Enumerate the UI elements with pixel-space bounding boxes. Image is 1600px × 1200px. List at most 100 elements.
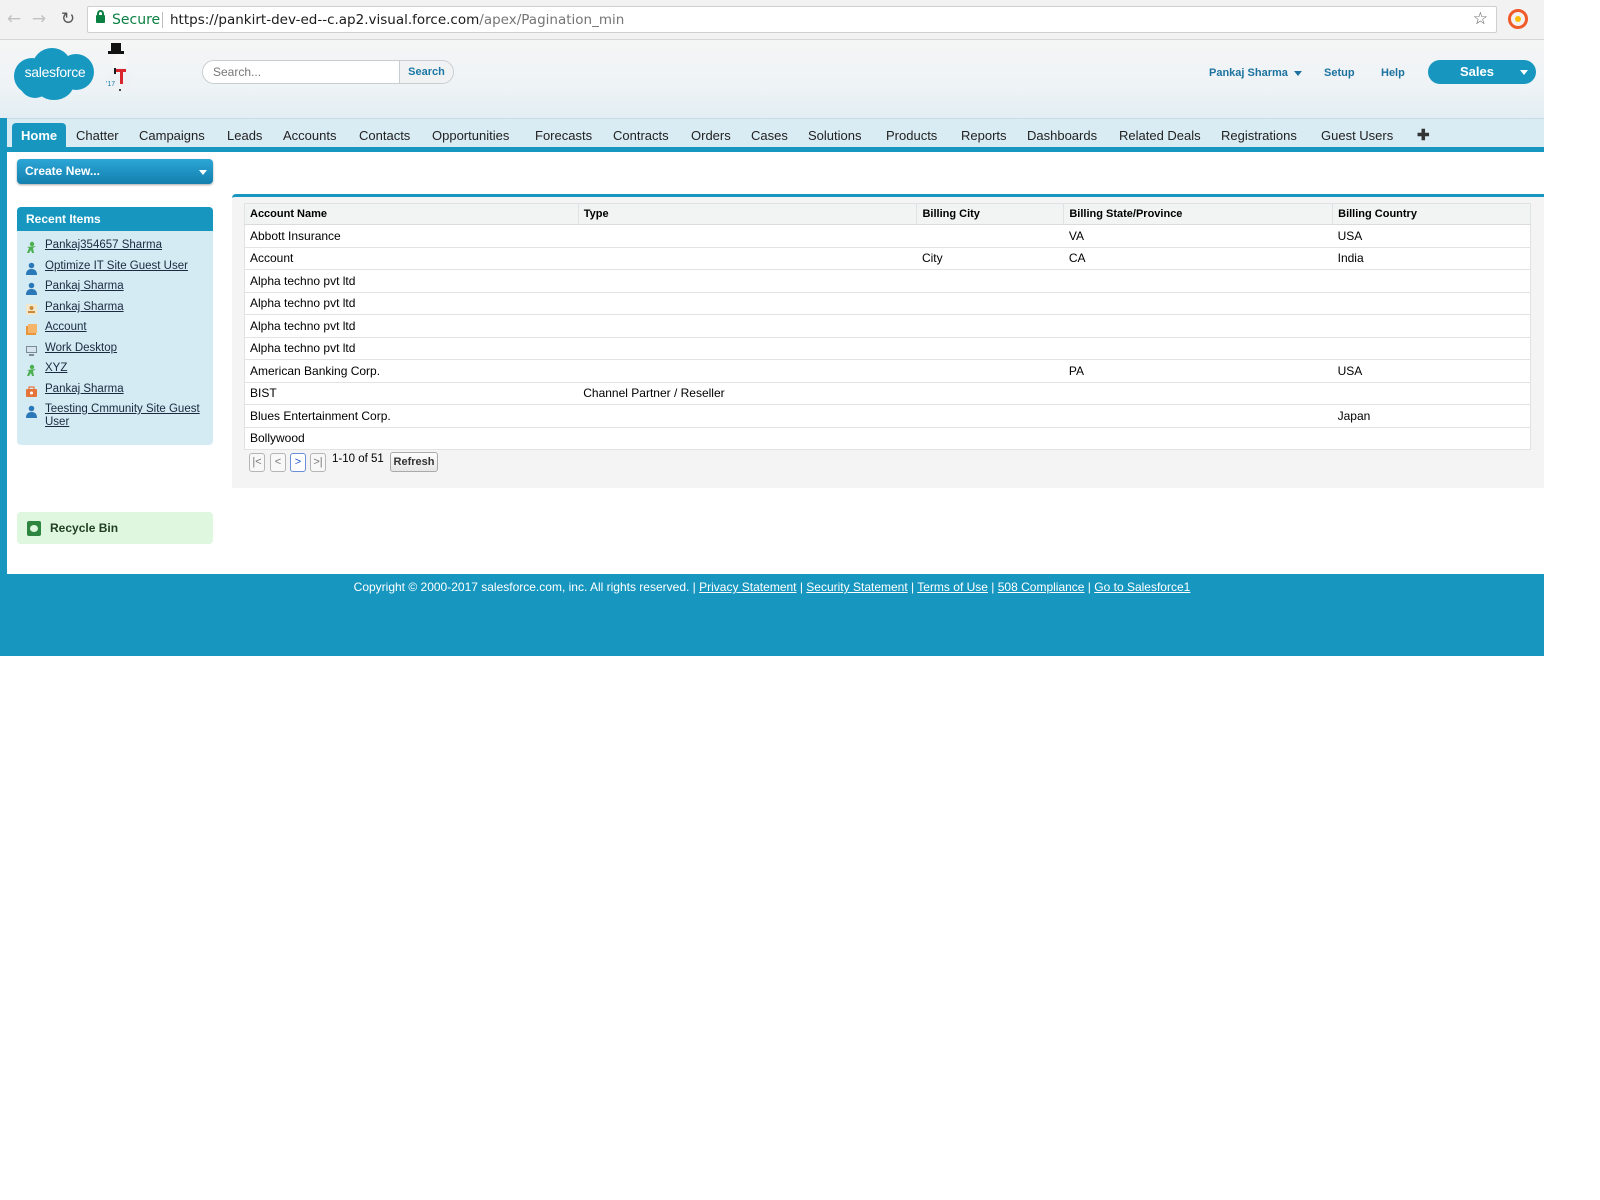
tab-dashboards[interactable]: Dashboards xyxy=(1027,123,1097,148)
cell-billing-country: USA xyxy=(1332,359,1531,383)
cell-billing-city xyxy=(916,269,1064,293)
create-new-label: Create New... xyxy=(25,164,100,178)
tab-solutions[interactable]: Solutions xyxy=(808,123,861,148)
tab-forecasts[interactable]: Forecasts xyxy=(535,123,592,148)
column-header-type: Type xyxy=(578,203,918,225)
recent-item-link[interactable]: Pankaj354657 Sharma xyxy=(45,239,205,252)
recent-item-link[interactable]: Teesting Cmmunity Site Guest User xyxy=(45,403,205,429)
svg-text:'17: '17 xyxy=(106,81,115,88)
tab-reports[interactable]: Reports xyxy=(961,123,1007,148)
cell-type: Channel Partner / Reseller xyxy=(578,382,917,405)
cell-billing-country xyxy=(1332,337,1531,360)
recent-item-link[interactable]: XYZ xyxy=(45,362,205,375)
tab-cases[interactable]: Cases xyxy=(751,123,788,148)
cell-billing-state xyxy=(1063,404,1333,428)
recent-items-title: Recent Items xyxy=(17,207,213,231)
cell-account-name: Alpha techno pvt ltd xyxy=(244,292,579,315)
next-page-button[interactable]: > xyxy=(290,453,306,472)
recent-item-link[interactable]: Pankaj Sharma xyxy=(45,383,205,396)
table-row: Bollywood xyxy=(244,427,1531,450)
tab-products[interactable]: Products xyxy=(886,123,937,148)
url-path: /apex/Pagination_min xyxy=(479,12,625,28)
tab-related-deals[interactable]: Related Deals xyxy=(1119,123,1201,148)
recycle-bin[interactable]: Recycle Bin xyxy=(17,512,213,544)
table-row: Account City CA India xyxy=(244,247,1531,270)
recent-item-link[interactable]: Pankaj Sharma xyxy=(45,301,205,314)
table-row: Alpha techno pvt ltd xyxy=(244,314,1531,338)
cell-account-name: Blues Entertainment Corp. xyxy=(244,404,579,428)
tab-guest-users[interactable]: Guest Users xyxy=(1321,123,1393,148)
tab-contacts[interactable]: Contacts xyxy=(359,123,410,148)
table-row: BIST Channel Partner / Reseller xyxy=(244,382,1531,405)
508-compliance-link[interactable]: 508 Compliance xyxy=(998,580,1085,594)
cell-billing-city: City xyxy=(916,247,1064,270)
recent-item-link[interactable]: Pankaj Sharma xyxy=(45,280,205,293)
forward-arrow-icon[interactable]: → xyxy=(29,8,49,30)
recycle-bin-icon xyxy=(27,521,41,536)
user-menu[interactable]: Pankaj Sharma xyxy=(1209,67,1302,79)
cell-billing-country xyxy=(1332,427,1531,450)
table-row: Alpha techno pvt ltd xyxy=(244,292,1531,315)
tab-campaigns[interactable]: Campaigns xyxy=(139,123,205,148)
tab-accounts[interactable]: Accounts xyxy=(283,123,336,148)
extension-icon[interactable] xyxy=(1508,9,1528,29)
terms-of-use-link[interactable]: Terms of Use xyxy=(917,580,988,594)
cell-account-name: Alpha techno pvt ltd xyxy=(244,337,579,360)
footer: Copyright © 2000-2017 salesforce.com, in… xyxy=(353,580,1191,594)
address-bar[interactable]: Secure https://pankirt-dev-ed--c.ap2.vis… xyxy=(87,6,1497,33)
tab-registrations[interactable]: Registrations xyxy=(1221,123,1297,148)
first-page-button[interactable]: |< xyxy=(249,453,265,472)
cell-billing-country: Japan xyxy=(1332,404,1531,428)
security-statement-link[interactable]: Security Statement xyxy=(806,580,907,594)
cell-billing-state xyxy=(1063,269,1333,293)
setup-link[interactable]: Setup xyxy=(1324,67,1355,79)
cell-type xyxy=(578,427,917,450)
tab-opportunities[interactable]: Opportunities xyxy=(432,123,509,148)
app-switcher[interactable]: Sales xyxy=(1428,60,1536,84)
accounts-table-panel: Account Name Type Billing City Billing S… xyxy=(232,194,1544,488)
table-row: Alpha techno pvt ltd xyxy=(244,269,1531,293)
previous-page-button[interactable]: < xyxy=(270,453,286,472)
person-green-icon xyxy=(27,241,36,253)
recent-item-link[interactable]: Optimize IT Site Guest User xyxy=(45,260,205,273)
page-range-label: 1-10 of 51 xyxy=(332,453,384,465)
cell-billing-city xyxy=(916,314,1064,338)
cell-billing-state: PA xyxy=(1063,359,1333,383)
bookmark-star-icon[interactable]: ☆ xyxy=(1473,9,1488,29)
cell-billing-country xyxy=(1332,269,1531,293)
tab-home[interactable]: Home xyxy=(12,123,67,148)
last-page-button[interactable]: >| xyxy=(310,453,326,472)
search-button[interactable]: Search xyxy=(399,61,453,83)
reload-icon[interactable]: ↻ xyxy=(58,8,78,30)
table-row: American Banking Corp. PA USA xyxy=(244,359,1531,383)
back-arrow-icon[interactable]: ← xyxy=(4,8,24,30)
table-header-row: Account Name Type Billing City Billing S… xyxy=(244,203,1531,225)
go-to-salesforce1-link[interactable]: Go to Salesforce1 xyxy=(1094,580,1190,594)
search-input[interactable] xyxy=(203,61,401,83)
refresh-button[interactable]: Refresh xyxy=(390,452,438,472)
recent-item-link[interactable]: Work Desktop xyxy=(45,342,205,355)
cell-type xyxy=(578,269,917,293)
person-green-icon xyxy=(27,364,36,376)
url-host: https://pankirt-dev-ed--c.ap2.visual.for… xyxy=(170,12,480,28)
desktop-icon xyxy=(26,346,37,356)
privacy-statement-link[interactable]: Privacy Statement xyxy=(699,580,796,594)
cell-billing-city xyxy=(916,427,1064,450)
salesforce-logo[interactable]: salesforce xyxy=(14,44,96,100)
cell-billing-country: USA xyxy=(1332,224,1531,248)
column-header-account-name: Account Name xyxy=(244,203,579,225)
add-tab-icon[interactable]: ✚ xyxy=(1417,123,1430,148)
cell-type xyxy=(578,404,917,428)
cell-type xyxy=(578,247,917,270)
recent-item-link[interactable]: Account xyxy=(45,321,205,334)
tab-orders[interactable]: Orders xyxy=(691,123,731,148)
cell-account-name: Alpha techno pvt ltd xyxy=(244,269,579,293)
tab-leads[interactable]: Leads xyxy=(227,123,262,148)
cell-account-name: Alpha techno pvt ltd xyxy=(244,314,579,338)
help-link[interactable]: Help xyxy=(1381,67,1405,79)
table-row: Blues Entertainment Corp. Japan xyxy=(244,404,1531,428)
tab-chatter[interactable]: Chatter xyxy=(76,123,119,148)
create-new-button[interactable]: Create New... xyxy=(17,159,213,184)
url-text[interactable]: https://pankirt-dev-ed--c.ap2.visual.for… xyxy=(170,12,624,28)
tab-contracts[interactable]: Contracts xyxy=(613,123,669,148)
